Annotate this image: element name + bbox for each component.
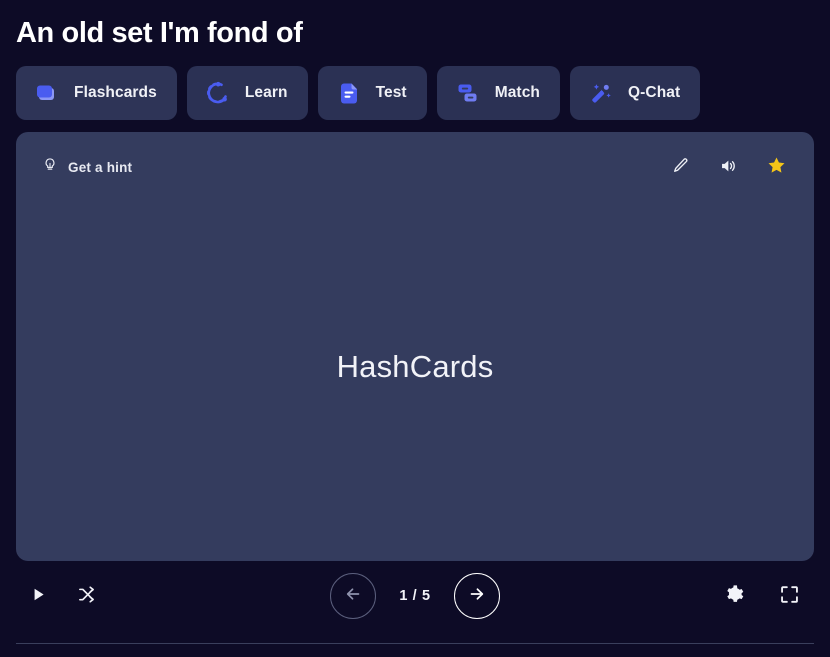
flashcard-body: HashCards xyxy=(46,202,784,531)
controls-left-group xyxy=(16,585,96,607)
gear-icon xyxy=(724,584,745,608)
hint-label: Get a hint xyxy=(68,159,133,175)
speaker-icon xyxy=(719,157,737,178)
arrow-left-icon xyxy=(342,583,364,610)
fullscreen-button[interactable] xyxy=(779,584,800,608)
controls-center-group: 1 / 5 xyxy=(16,573,814,619)
edit-card-button[interactable] xyxy=(664,151,696,183)
play-button[interactable] xyxy=(30,586,47,606)
card-counter: 1 / 5 xyxy=(399,588,431,604)
get-a-hint-button[interactable]: Get a hint xyxy=(42,157,132,178)
tab-label-test: Test xyxy=(375,84,407,101)
mode-tab-bar: Flashcards Learn Test Match Q-Chat xyxy=(16,66,814,120)
tab-label-qchat: Q-Chat xyxy=(628,84,681,101)
controls-right-group xyxy=(724,584,814,608)
test-icon xyxy=(336,80,362,106)
page-title: An old set I'm fond of xyxy=(16,17,303,49)
flashcards-icon xyxy=(34,80,60,106)
tab-flashcards[interactable]: Flashcards xyxy=(16,66,177,120)
lightbulb-icon xyxy=(42,157,58,178)
flashcards-page: An old set I'm fond of Flashcards Learn … xyxy=(0,0,830,657)
next-card-button[interactable] xyxy=(454,573,500,619)
footer-divider xyxy=(16,643,814,644)
fullscreen-icon xyxy=(779,584,800,608)
shuffle-button[interactable] xyxy=(77,585,96,607)
tab-match[interactable]: Match xyxy=(436,66,560,120)
flashcard-controls: 1 / 5 xyxy=(16,561,814,631)
tab-label-flashcards: Flashcards xyxy=(74,84,157,101)
pencil-icon xyxy=(672,157,689,177)
tab-test[interactable]: Test xyxy=(317,66,427,120)
arrow-right-icon xyxy=(466,583,488,610)
star-icon xyxy=(767,156,786,178)
flashcard-term: HashCards xyxy=(336,348,494,384)
tab-label-learn: Learn xyxy=(244,84,288,101)
flashcard[interactable]: Get a hint HashCards xyxy=(16,132,814,561)
match-icon xyxy=(455,80,481,106)
star-card-button[interactable] xyxy=(760,151,792,183)
tab-label-match: Match xyxy=(494,84,540,101)
play-audio-button[interactable] xyxy=(712,151,744,183)
previous-card-button[interactable] xyxy=(330,573,376,619)
learn-icon xyxy=(205,80,231,106)
flashcard-topbar: Get a hint xyxy=(16,132,814,202)
magic-wand-icon xyxy=(588,80,614,106)
settings-button[interactable] xyxy=(724,584,745,608)
tab-qchat[interactable]: Q-Chat xyxy=(570,66,701,120)
play-icon xyxy=(30,586,47,606)
shuffle-icon xyxy=(77,585,96,607)
flashcard-actions xyxy=(664,151,792,183)
tab-learn[interactable]: Learn xyxy=(186,66,308,120)
